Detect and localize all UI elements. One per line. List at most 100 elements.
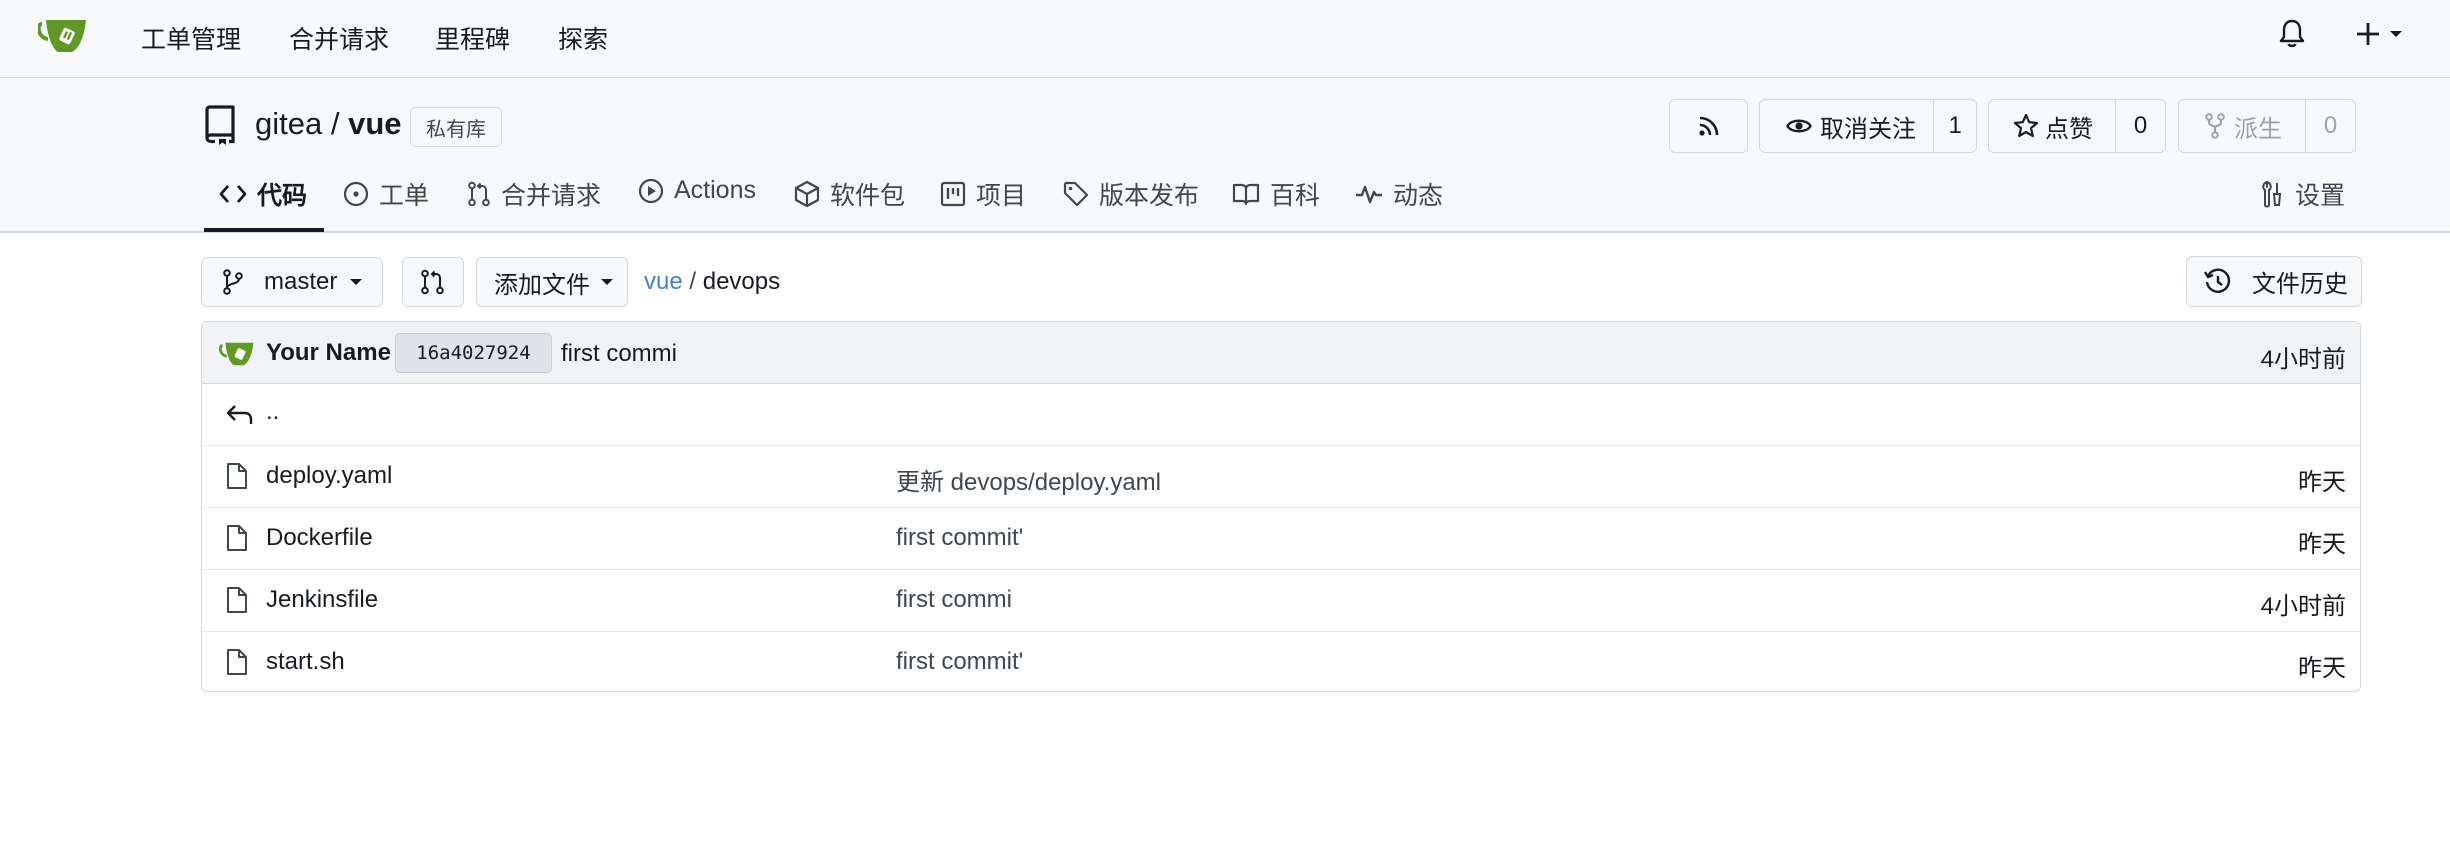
bell-icon[interactable]	[2278, 18, 2306, 48]
play-icon	[638, 178, 664, 204]
tab-settings-label: 设置	[2295, 182, 2346, 210]
file-commit-time: 昨天	[2298, 655, 2346, 682]
file-row: deploy.yaml 更新 devops/deploy.yaml 昨天	[202, 446, 2360, 508]
file-name-link[interactable]: Jenkinsfile	[266, 586, 378, 614]
file-commit-time: 昨天	[2298, 469, 2346, 496]
commit-author[interactable]: Your Name	[266, 339, 391, 367]
tag-icon	[1063, 181, 1089, 207]
star-button[interactable]: 点赞 0	[1988, 99, 2166, 153]
eye-icon	[1786, 116, 1812, 136]
nav-pulls-link[interactable]: 合并请求	[289, 20, 389, 56]
file-row: Jenkinsfile first commi 4小时前	[202, 570, 2360, 632]
tab-actions-label: Actions	[674, 176, 756, 204]
parent-dir-row[interactable]: ..	[202, 384, 2360, 446]
tab-wiki-label: 百科	[1270, 182, 1321, 210]
branch-name: master	[264, 268, 338, 295]
rss-button[interactable]	[1669, 99, 1748, 153]
fork-count[interactable]: 0	[2305, 100, 2355, 152]
commit-time: 4小时前	[2260, 346, 2346, 373]
issue-opened-icon	[343, 181, 369, 207]
file-commit-message[interactable]: first commit'	[896, 648, 1023, 676]
file-history-label: 文件历史	[2252, 271, 2348, 298]
tab-issues[interactable]: 工单	[343, 176, 429, 212]
unwatch-label: 取消关注	[1820, 115, 1916, 143]
tab-pulls[interactable]: 合并请求	[467, 176, 601, 212]
file-history-button[interactable]: 文件历史	[2186, 256, 2362, 307]
repo-name-link[interactable]: vue	[348, 106, 401, 141]
file-icon	[226, 462, 248, 490]
tab-actions[interactable]: Actions	[638, 176, 756, 205]
tab-issues-label: 工单	[379, 182, 430, 210]
star-count[interactable]: 0	[2115, 100, 2165, 152]
pulse-icon	[1355, 183, 1383, 205]
breadcrumb-current-dir: devops	[702, 268, 781, 295]
tab-code[interactable]: 代码	[219, 176, 307, 212]
watch-count[interactable]: 1	[1933, 100, 1976, 152]
create-plus-icon[interactable]	[2356, 20, 2410, 48]
pull-request-icon	[467, 181, 491, 207]
rss-icon	[1698, 115, 1720, 137]
tab-activity[interactable]: 动态	[1355, 176, 1443, 212]
repo-title: gitea / vue	[255, 106, 402, 142]
file-commit-time: 4小时前	[2260, 593, 2346, 620]
private-badge: 私有库	[410, 107, 502, 147]
file-commit-time: 昨天	[2298, 531, 2346, 558]
file-name-link[interactable]: deploy.yaml	[266, 462, 392, 490]
star-label: 点赞	[2045, 115, 2093, 143]
repo-icon	[203, 104, 237, 146]
tab-packages[interactable]: 软件包	[794, 176, 905, 212]
tab-releases-label: 版本发布	[1099, 182, 1200, 210]
history-icon	[2203, 267, 2233, 297]
nav-explore-link[interactable]: 探索	[558, 20, 608, 56]
parent-dir-link[interactable]: ..	[266, 398, 279, 426]
reply-icon	[226, 403, 254, 427]
caret-down-icon	[600, 277, 614, 287]
file-commit-message[interactable]: first commit'	[896, 524, 1023, 552]
file-icon	[226, 586, 248, 614]
tab-code-label: 代码	[257, 182, 308, 210]
tab-projects-label: 项目	[976, 182, 1027, 210]
file-icon	[226, 524, 248, 552]
project-icon	[940, 181, 966, 207]
caret-down-icon	[349, 277, 363, 287]
file-commit-message[interactable]: 更新 devops/deploy.yaml	[896, 462, 1161, 497]
tab-wiki[interactable]: 百科	[1232, 176, 1320, 212]
fork-icon	[2204, 113, 2226, 139]
code-icon	[219, 183, 247, 205]
commit-message[interactable]: first commi	[561, 340, 677, 368]
gitea-logo-icon[interactable]	[38, 16, 90, 56]
nav-issues-link[interactable]: 工单管理	[141, 20, 241, 56]
tab-projects[interactable]: 项目	[940, 176, 1026, 212]
fork-button[interactable]: 派生 0	[2178, 99, 2356, 153]
tab-releases[interactable]: 版本发布	[1063, 176, 1199, 212]
nav-milestones-link[interactable]: 里程碑	[435, 20, 510, 56]
branch-dropdown[interactable]: master	[201, 257, 383, 307]
breadcrumb-root-link[interactable]: vue	[644, 268, 683, 295]
repo-owner-link[interactable]: gitea	[255, 106, 322, 141]
package-icon	[794, 180, 820, 208]
tab-settings[interactable]: 设置	[2259, 176, 2345, 212]
file-commit-message[interactable]: first commi	[896, 586, 1012, 614]
unwatch-button[interactable]: 取消关注 1	[1759, 99, 1977, 153]
compare-pull-icon	[420, 269, 446, 295]
git-branch-icon	[222, 269, 244, 295]
file-row: Dockerfile first commit' 昨天	[202, 508, 2360, 570]
repo-title-separator: /	[322, 106, 349, 141]
tab-pulls-label: 合并请求	[501, 182, 602, 210]
add-file-dropdown[interactable]: 添加文件	[476, 257, 628, 307]
file-icon	[226, 648, 248, 676]
commit-sha-label[interactable]: 16a4027924	[395, 333, 552, 373]
compare-button[interactable]	[402, 257, 464, 307]
file-name-link[interactable]: Dockerfile	[266, 524, 373, 552]
fork-label: 派生	[2234, 115, 2282, 143]
tools-icon	[2259, 180, 2285, 208]
breadcrumb: vue / devops	[644, 268, 780, 296]
file-name-link[interactable]: start.sh	[266, 648, 345, 676]
active-tab-underline	[204, 228, 324, 232]
breadcrumb-separator: /	[682, 268, 703, 295]
avatar[interactable]	[218, 340, 258, 368]
tab-packages-label: 软件包	[830, 182, 906, 210]
add-file-label: 添加文件	[494, 271, 590, 299]
tab-activity-label: 动态	[1393, 182, 1444, 210]
file-table: Your Name 16a4027924 first commi 4小时前 ..…	[201, 321, 2361, 692]
